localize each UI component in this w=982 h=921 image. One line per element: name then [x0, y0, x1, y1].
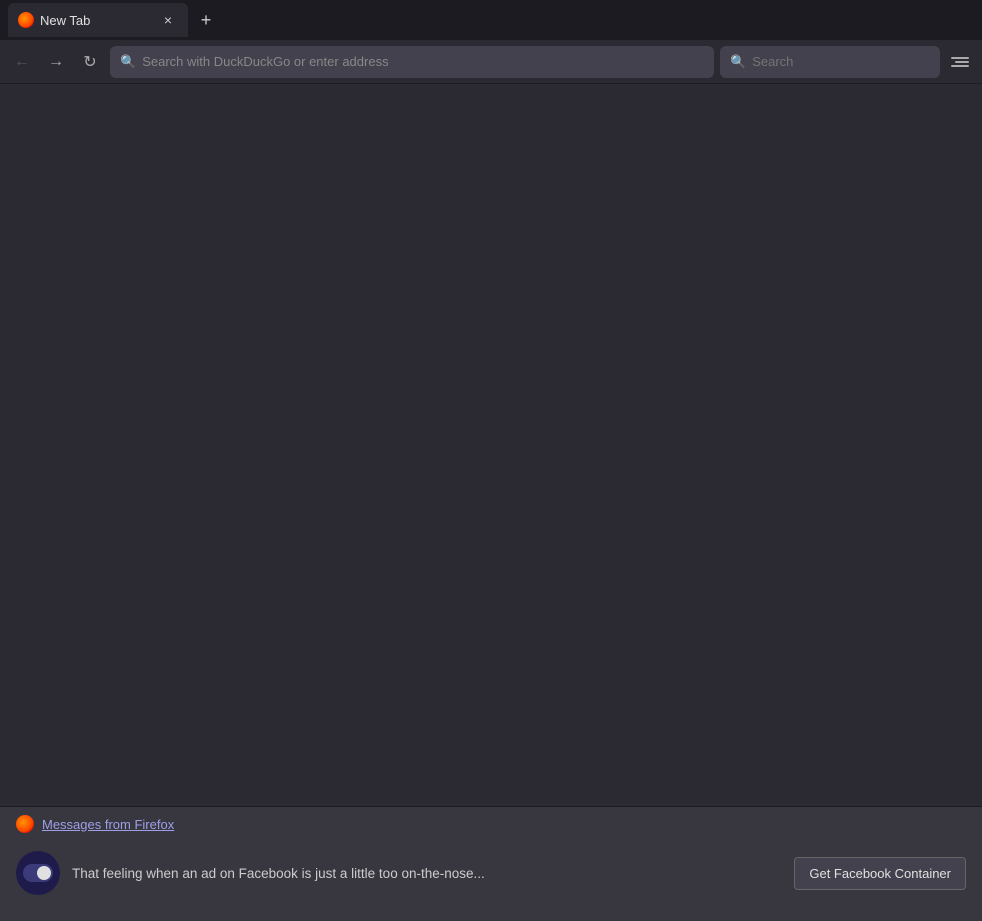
get-facebook-container-button[interactable]: Get Facebook Container [794, 857, 966, 890]
firefox-notification-icon [16, 815, 34, 833]
search-input[interactable] [752, 54, 930, 69]
tab-title: New Tab [40, 13, 152, 28]
main-content [0, 84, 982, 806]
notification-bar: Messages from Firefox That feeling when … [0, 806, 982, 921]
reload-button[interactable]: ↻ [76, 48, 104, 76]
toolbar: ← → ↻ 🔍 🔍 [0, 40, 982, 84]
toggle-dot [37, 866, 51, 880]
forward-button[interactable]: → [42, 48, 70, 76]
notification-title[interactable]: Messages from Firefox [42, 817, 174, 832]
tab-favicon [18, 12, 34, 28]
search-icon: 🔍 [120, 54, 136, 70]
active-tab[interactable]: New Tab × [8, 3, 188, 37]
back-button[interactable]: ← [8, 48, 36, 76]
tab-close-button[interactable]: × [158, 10, 178, 30]
toggle-circle [23, 864, 53, 882]
library-icon [951, 57, 969, 67]
address-bar[interactable]: 🔍 [110, 46, 714, 78]
new-tab-button[interactable]: + [192, 6, 220, 34]
search-magnifier-icon: 🔍 [730, 54, 746, 70]
toggle-icon [16, 851, 60, 895]
library-button[interactable] [946, 48, 974, 76]
notification-body: That feeling when an ad on Facebook is j… [16, 841, 966, 905]
search-box[interactable]: 🔍 [720, 46, 940, 78]
notification-text: That feeling when an ad on Facebook is j… [72, 866, 782, 881]
notification-header: Messages from Firefox [16, 815, 966, 833]
title-bar: New Tab × + [0, 0, 982, 40]
firefox-logo-icon [18, 12, 34, 28]
address-input[interactable] [142, 54, 704, 69]
